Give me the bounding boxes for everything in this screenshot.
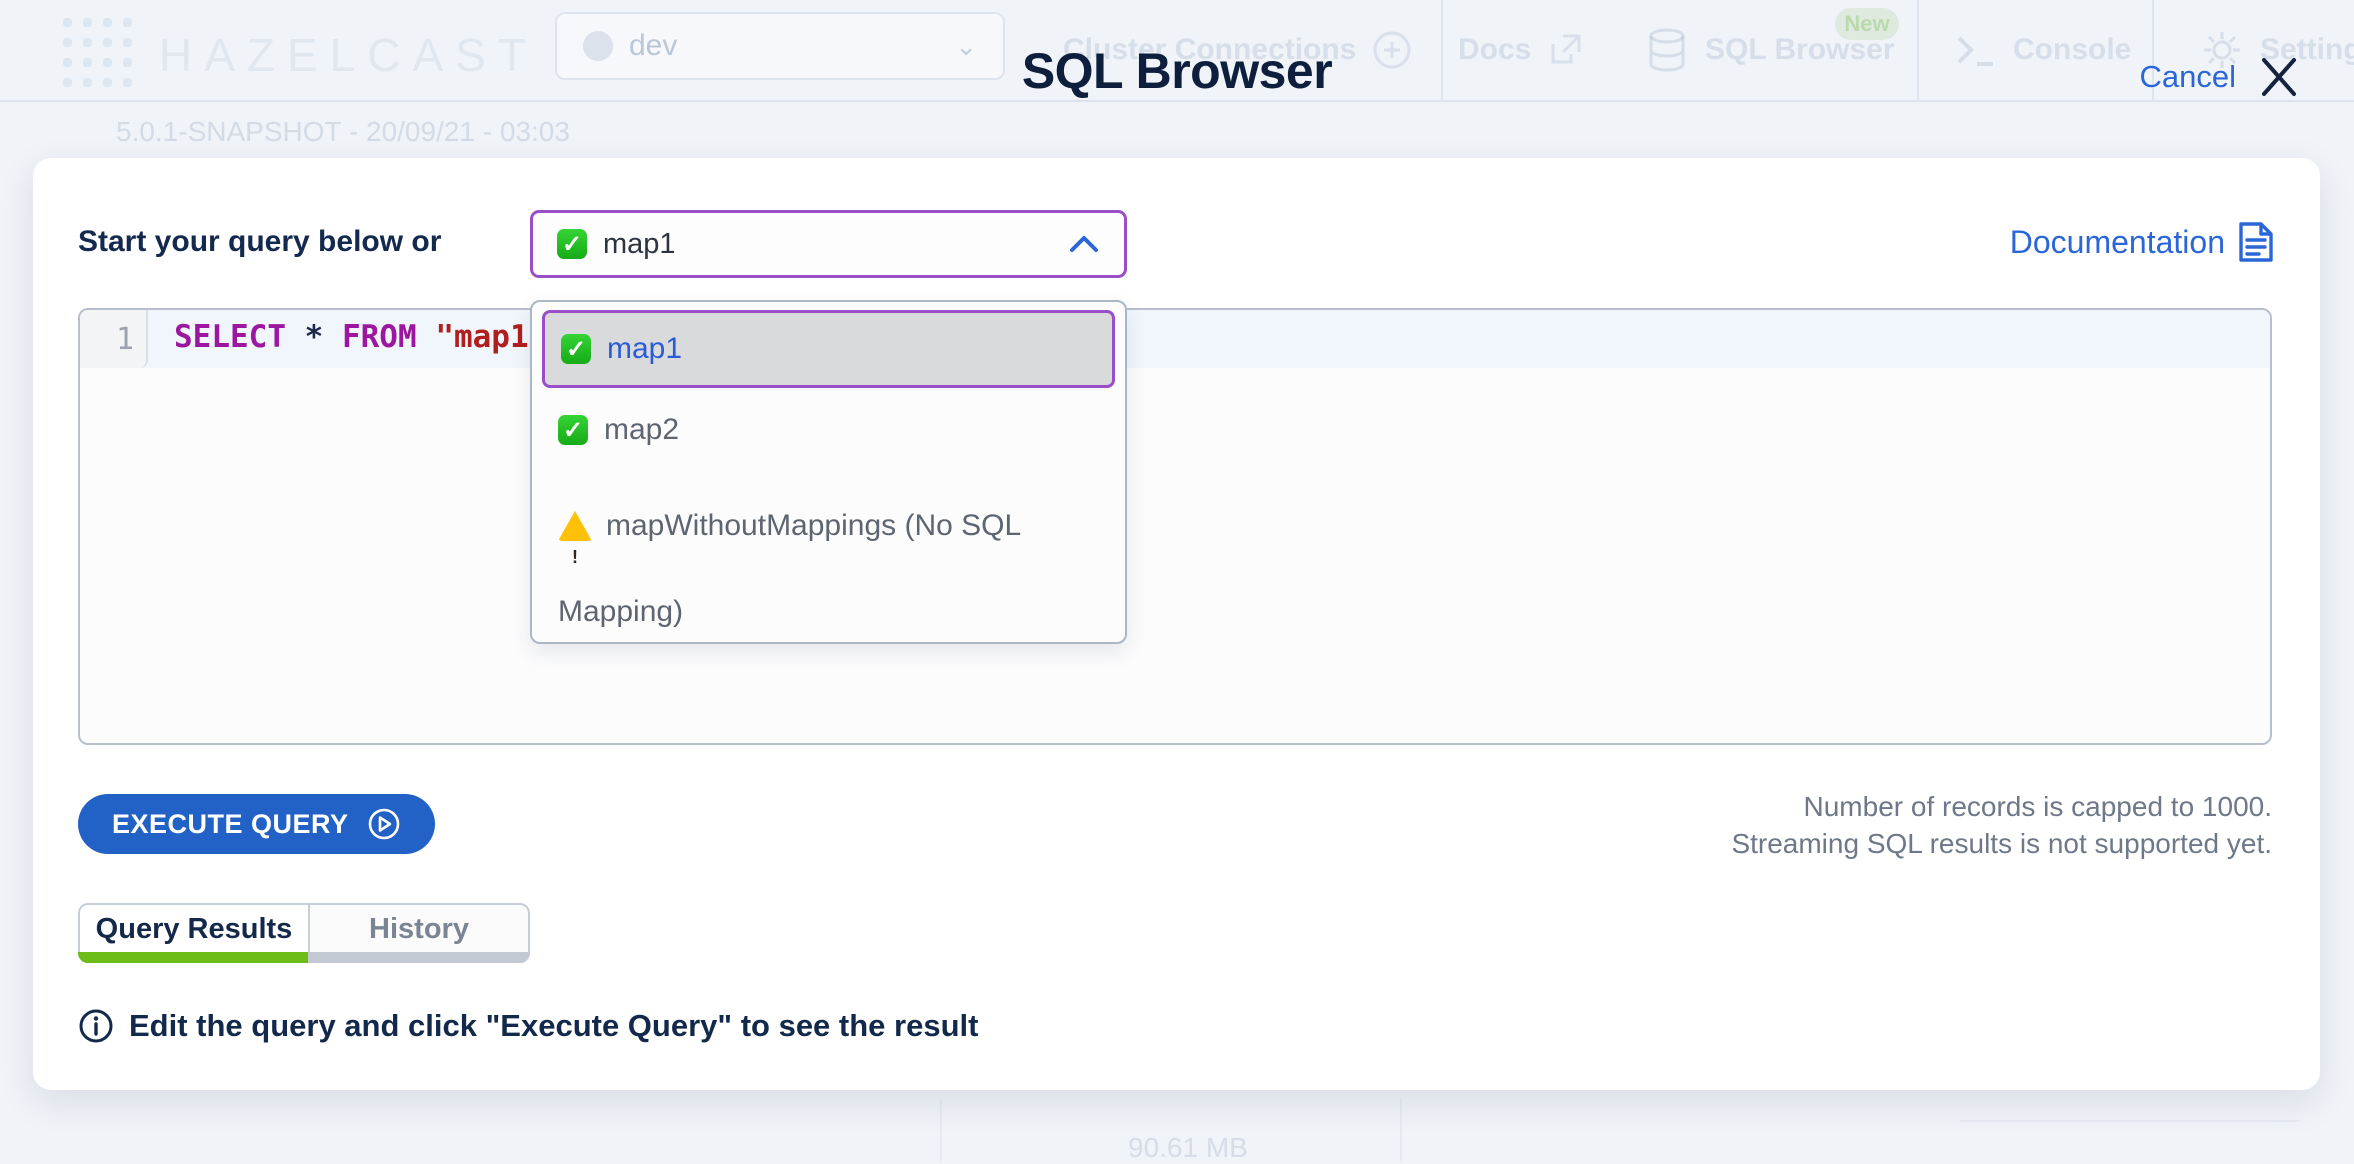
warning-icon: ! — [558, 511, 592, 541]
sql-code-line[interactable]: SELECT * FROM "map1" — [174, 319, 547, 355]
sql-browser-screen: HAZELCAST dev ⌄ Cluster Connections Docs… — [0, 0, 2354, 1162]
background-chart-line — [1400, 1098, 1402, 1162]
tab-label: Query Results — [96, 913, 293, 954]
results-tabs: Query Results History — [78, 903, 530, 963]
documentation-label: Documentation — [2010, 224, 2225, 261]
sql-keyword: SELECT — [174, 319, 286, 355]
menu-option-map1[interactable]: ✓ map1 — [542, 310, 1115, 388]
map-select[interactable]: ✓ map1 — [530, 210, 1127, 278]
query-notes: Number of records is capped to 1000. Str… — [1731, 788, 2272, 862]
info-icon — [78, 1008, 114, 1044]
map-select-menu: ✓ map1 ✓ map2 ! mapWithoutMappings (No S… — [530, 300, 1127, 644]
documentation-link[interactable]: Documentation — [2010, 220, 2275, 264]
execute-query-label: EXECUTE QUERY — [112, 809, 349, 840]
header-divider — [0, 100, 2354, 102]
background-chart-line — [940, 1098, 942, 1162]
editor-gutter: 1 — [80, 310, 148, 368]
execute-query-button[interactable]: EXECUTE QUERY — [78, 794, 435, 854]
background-metric-text: 90.61 MB — [1128, 1132, 1248, 1164]
sql-keyword: FROM — [342, 319, 417, 355]
prompt-label: Start your query below or — [78, 225, 441, 259]
empty-state-text: Edit the query and click "Execute Query"… — [129, 1008, 978, 1044]
check-badge-icon: ✓ — [558, 415, 588, 445]
sql-browser-panel: Start your query below or ✓ map1 Documen… — [33, 158, 2320, 1090]
menu-option-map2[interactable]: ✓ map2 — [542, 388, 1115, 472]
new-badge: New — [1835, 8, 1899, 40]
active-tab-indicator — [78, 952, 310, 963]
document-icon — [2237, 220, 2275, 264]
play-circle-icon — [367, 807, 401, 841]
page-title: SQL Browser — [0, 42, 2354, 100]
menu-option-label: map1 — [607, 332, 682, 366]
sql-operator: * — [286, 319, 342, 355]
inactive-tab-indicator — [308, 952, 530, 963]
note-line: Number of records is capped to 1000. — [1731, 788, 2272, 825]
tab-query-results[interactable]: Query Results — [78, 903, 308, 963]
menu-option-label: map2 — [604, 413, 679, 447]
cancel-area: Cancel — [2140, 54, 2303, 100]
check-badge-icon: ✓ — [557, 229, 587, 259]
tab-history[interactable]: History — [308, 903, 530, 963]
sql-space — [417, 319, 436, 355]
tab-label: History — [369, 913, 469, 954]
version-text: 5.0.1-SNAPSHOT - 20/09/21 - 03:03 — [116, 116, 570, 148]
background-chart-line — [1960, 1120, 2300, 1122]
menu-option-label-line2: Mapping) — [558, 595, 683, 628]
cancel-button[interactable]: Cancel — [2140, 59, 2237, 95]
menu-option-mapwithoutmappings[interactable]: ! mapWithoutMappings (No SQL Mapping) — [542, 472, 1115, 652]
note-line: Streaming SQL results is not supported y… — [1731, 825, 2272, 862]
chevron-up-icon — [1068, 234, 1100, 254]
check-badge-icon: ✓ — [561, 334, 591, 364]
sql-editor[interactable]: 1 SELECT * FROM "map1" — [78, 308, 2272, 745]
line-number: 1 — [116, 322, 134, 357]
map-select-value: map1 — [603, 228, 676, 261]
menu-option-label-line1: mapWithoutMappings (No SQL — [606, 486, 1021, 566]
close-icon[interactable] — [2256, 54, 2302, 100]
empty-state-message: Edit the query and click "Execute Query"… — [78, 1008, 978, 1044]
